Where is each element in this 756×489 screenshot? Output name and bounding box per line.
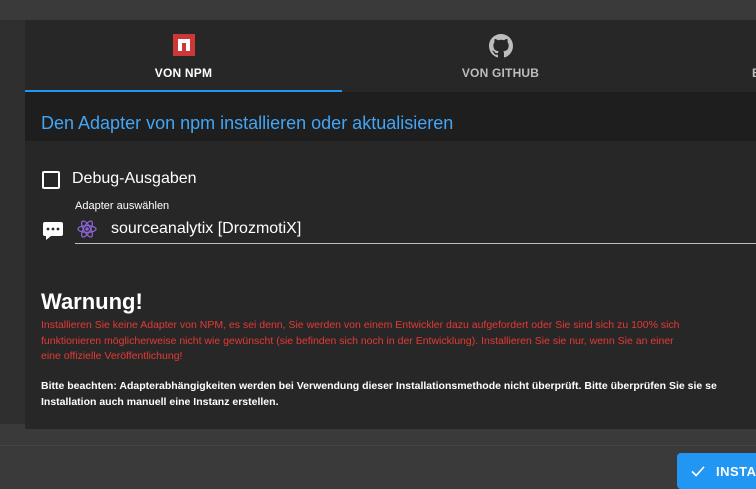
tab-from-github-label: VON GITHUB bbox=[461, 66, 540, 80]
tab-from-github[interactable]: VON GITHUB bbox=[342, 20, 659, 92]
github-icon bbox=[489, 34, 513, 58]
install-button-label: INSTA bbox=[716, 464, 756, 479]
panel-titlebar: Den Adapter von npm installieren oder ak… bbox=[25, 92, 756, 141]
dependency-note: Bitte beachten: Adapterabhängigkeiten we… bbox=[41, 379, 756, 410]
warning-text-line: Installieren Sie keine Adapter von NPM, … bbox=[41, 319, 680, 331]
warning-title: Warnung! bbox=[41, 289, 143, 314]
adapter-select-underline bbox=[75, 243, 756, 244]
install-button[interactable]: INSTA bbox=[677, 453, 756, 489]
npm-install-panel: Den Adapter von npm installieren oder ak… bbox=[25, 92, 756, 429]
tab-from-npm[interactable]: VON NPM bbox=[25, 20, 342, 92]
warning-text-line: eine offizielle Veröffentlichung! bbox=[41, 350, 183, 362]
tab-third[interactable]: B bbox=[752, 20, 756, 92]
tab-from-npm-label: VON NPM bbox=[154, 66, 213, 80]
panel-title: Den Adapter von npm installieren oder ak… bbox=[41, 113, 454, 133]
warning-text-line: funktionieren möglicherweise nicht wie g… bbox=[41, 334, 674, 347]
install-source-tabs: VON NPM VON GITHUB B bbox=[25, 20, 756, 92]
check-icon bbox=[691, 466, 705, 477]
warning-text: Installieren Sie keine Adapter von NPM, … bbox=[41, 318, 756, 365]
adapter-select-label: Adapter auswählen bbox=[75, 200, 170, 212]
npm-icon bbox=[173, 34, 195, 56]
tab-third-label: B bbox=[752, 66, 756, 80]
react-icon bbox=[77, 220, 97, 238]
note-line: Bitte beachten: Adapterabhängigkeiten we… bbox=[41, 380, 717, 392]
dialog-footer-divider bbox=[0, 445, 756, 446]
debug-checkbox-label[interactable]: Debug-Ausgaben bbox=[72, 170, 197, 188]
debug-checkbox[interactable] bbox=[42, 171, 60, 189]
text-bubble-icon bbox=[43, 222, 63, 240]
dialog-left-edge bbox=[0, 20, 25, 424]
adapter-select-input[interactable]: sourceanalytix [DrozmotiX] bbox=[111, 220, 301, 238]
note-line: Installation auch manuell eine Instanz e… bbox=[41, 395, 279, 408]
